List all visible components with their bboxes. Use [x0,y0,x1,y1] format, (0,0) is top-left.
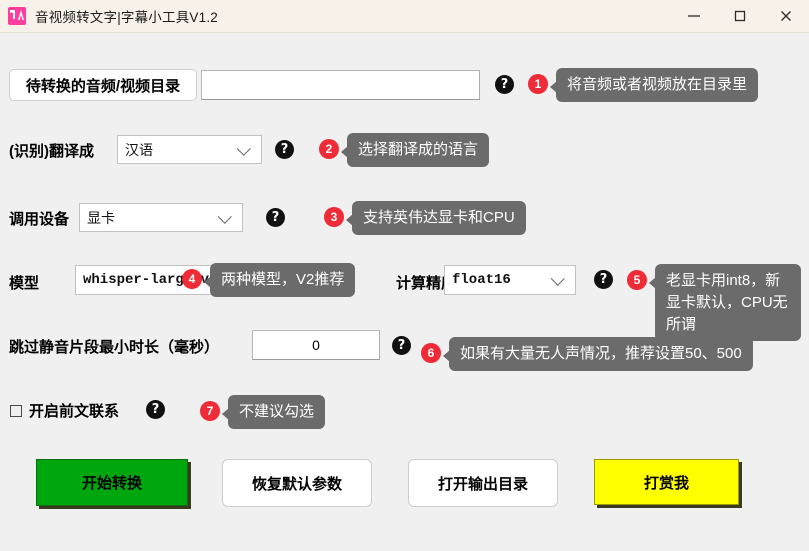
translate-help-icon[interactable]: ? [275,140,294,159]
tooltip-silence: 如果有大量无人声情况，推荐设置50、500 [443,337,753,371]
directory-help-icon[interactable]: ? [495,75,514,94]
tooltip-precision: 老显卡用int8，新显卡默认，CPU无所谓 [649,264,801,342]
badge-6: 6 [421,343,441,363]
badge-3: 3 [324,207,344,227]
precision-select-value: float16 [452,272,511,288]
maximize-icon[interactable] [717,0,763,32]
model-label: 模型 [9,275,40,292]
chevron-down-icon [236,141,251,156]
app-window: 音视频转文字|字幕小工具V1.2 待转换的音频/视频目录 ? 1 将音频或者视频… [0,0,809,551]
chevron-down-icon [550,271,565,286]
badge-7: 7 [200,401,220,421]
window-controls [671,0,809,32]
donate-button[interactable]: 打赏我 [594,459,739,505]
translate-select-value: 汉语 [125,141,153,158]
context-checkbox-row[interactable]: 开启前文联系 [10,400,119,421]
translate-label: (识别)翻译成 [9,143,94,160]
close-icon[interactable] [763,0,809,32]
tooltip-directory: 将音频或者视频放在目录里 [549,68,759,102]
directory-label: 待转换的音频/视频目录 [9,69,197,101]
badge-4: 4 [182,269,202,289]
tooltip-device: 支持英伟达显卡和CPU [346,201,526,235]
silence-input[interactable] [252,330,380,360]
device-select-value: 显卡 [87,209,115,226]
directory-input[interactable] [201,70,480,100]
tooltip-model: 两种模型，V2推荐 [203,263,356,297]
badge-2: 2 [319,139,339,159]
reset-defaults-button[interactable]: 恢复默认参数 [222,459,372,507]
translate-select[interactable]: 汉语 [117,135,262,164]
silence-help-icon[interactable]: ? [392,336,411,355]
tooltip-translate: 选择翻译成的语言 [340,133,490,167]
badge-5: 5 [627,270,647,290]
open-output-dir-button[interactable]: 打开输出目录 [408,459,558,507]
silence-label: 跳过静音片段最小时长（毫秒） [9,339,220,356]
tooltip-context: 不建议勾选 [221,395,326,429]
device-help-icon[interactable]: ? [266,208,285,227]
app-logo-icon [8,7,26,25]
precision-help-icon[interactable]: ? [594,270,613,289]
context-help-icon[interactable]: ? [146,400,165,419]
start-convert-button[interactable]: 开始转换 [36,459,188,506]
device-select[interactable]: 显卡 [79,203,243,232]
chevron-down-icon [217,209,232,224]
context-checkbox-label: 开启前文联系 [29,403,120,420]
badge-1: 1 [528,74,548,94]
device-label: 调用设备 [9,211,70,228]
context-checkbox[interactable] [10,404,22,417]
minimize-icon[interactable] [671,0,717,32]
precision-select[interactable]: float16 [444,265,576,295]
window-title: 音视频转文字|字幕小工具V1.2 [35,10,218,25]
title-bar: 音视频转文字|字幕小工具V1.2 [0,0,809,33]
